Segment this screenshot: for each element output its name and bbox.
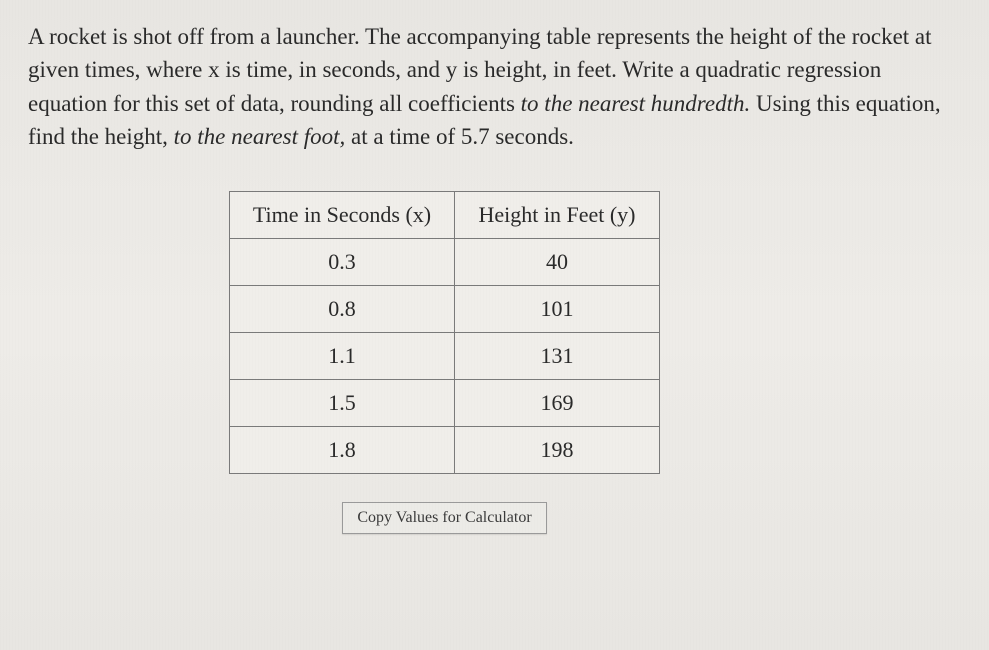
table-cell-x: 0.8 <box>230 286 455 333</box>
table-row: 0.3 40 <box>230 239 660 286</box>
table-row: 1.5 169 <box>230 380 660 427</box>
problem-statement: A rocket is shot off from a launcher. Th… <box>28 20 961 153</box>
table-header-row: Time in Seconds (x) Height in Feet (y) <box>230 192 660 239</box>
table-header-height: Height in Feet (y) <box>455 192 660 239</box>
table-row: 1.1 131 <box>230 333 660 380</box>
problem-text-italic1: to the nearest hundredth. <box>521 91 751 116</box>
table-cell-y: 198 <box>455 427 660 474</box>
table-row: 1.8 198 <box>230 427 660 474</box>
data-table-container: Time in Seconds (x) Height in Feet (y) 0… <box>0 191 961 474</box>
table-cell-y: 40 <box>455 239 660 286</box>
table-header-time: Time in Seconds (x) <box>230 192 455 239</box>
table-cell-x: 1.8 <box>230 427 455 474</box>
table-cell-x: 1.5 <box>230 380 455 427</box>
button-container: Copy Values for Calculator <box>0 502 961 534</box>
table-cell-x: 0.3 <box>230 239 455 286</box>
table-cell-y: 169 <box>455 380 660 427</box>
table-row: 0.8 101 <box>230 286 660 333</box>
table-cell-y: 131 <box>455 333 660 380</box>
table-cell-x: 1.1 <box>230 333 455 380</box>
data-table: Time in Seconds (x) Height in Feet (y) 0… <box>229 191 660 474</box>
problem-text-italic2: to the nearest foot, <box>174 124 346 149</box>
problem-text-part3: at a time of 5.7 seconds. <box>345 124 574 149</box>
table-cell-y: 101 <box>455 286 660 333</box>
copy-values-button[interactable]: Copy Values for Calculator <box>342 502 546 534</box>
